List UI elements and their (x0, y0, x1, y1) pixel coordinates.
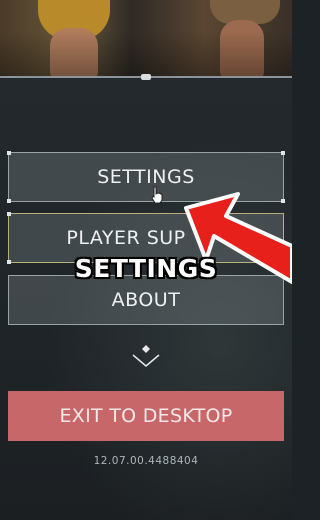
exit-label: EXIT TO DESKTOP (59, 405, 233, 427)
hero-artwork (0, 0, 292, 78)
hand-cursor-icon (151, 186, 163, 204)
version-label: 12.07.00.4488404 (93, 455, 199, 467)
hero-shade (0, 0, 292, 78)
corner-marker (7, 151, 11, 155)
corner-marker (7, 199, 11, 203)
corner-marker (281, 151, 285, 155)
chevron-down-icon[interactable] (131, 343, 161, 369)
corner-marker (7, 260, 11, 264)
player-support-label: PLAYER SUP (66, 227, 186, 249)
corner-marker (7, 212, 11, 216)
about-label: ABOUT (111, 289, 181, 311)
settings-label: SETTINGS (97, 166, 195, 188)
exit-to-desktop-button[interactable]: EXIT TO DESKTOP (8, 391, 284, 441)
panel-handle (141, 74, 151, 80)
settings-caption: SETTINGS (74, 253, 218, 284)
